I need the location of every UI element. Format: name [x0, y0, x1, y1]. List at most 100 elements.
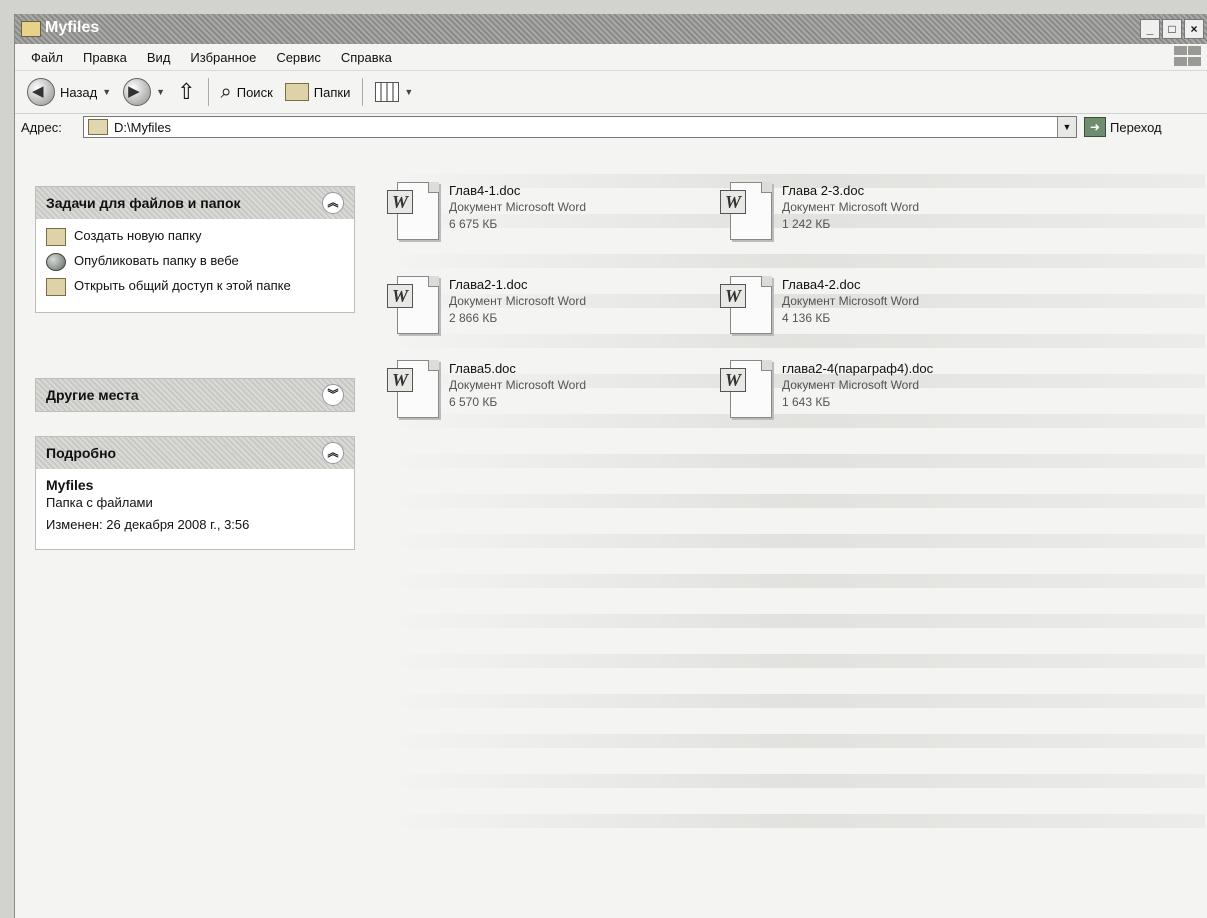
tasks-panel-title: Задачи для файлов и папок — [46, 195, 241, 211]
address-value: D:\Myfiles — [114, 119, 172, 135]
word-document-icon: W — [720, 360, 772, 420]
collapse-icon[interactable]: ︽ — [322, 192, 344, 214]
file-name: Глава2-1.doc — [449, 277, 528, 292]
explorer-window: Myfiles _ □ × Файл Правка Вид Избранное … — [14, 14, 1207, 918]
task-publish-web[interactable]: Опубликовать папку в вебе — [46, 252, 344, 271]
toolbar-divider — [362, 78, 364, 106]
maximize-button[interactable]: □ — [1162, 19, 1182, 39]
file-type: Документ Microsoft Word — [782, 378, 920, 392]
back-arrow-icon: ◀ — [27, 78, 55, 106]
search-label: Поиск — [236, 84, 273, 100]
file-size: 1 242 КБ — [782, 217, 831, 231]
chevron-down-icon[interactable]: ▼ — [156, 87, 165, 97]
up-arrow-icon: ⇧ — [177, 79, 196, 104]
file-name: Глава 2-3.doc — [782, 183, 865, 198]
file-item[interactable]: W глава2-4(параграф4).doc Документ Micro… — [720, 360, 933, 420]
go-button[interactable]: ➜ Переход — [1084, 117, 1162, 137]
back-label: Назад — [60, 84, 98, 100]
expand-icon[interactable]: ︾ — [322, 384, 344, 406]
other-places-title: Другие места — [46, 387, 139, 403]
menu-tools[interactable]: Сервис — [266, 50, 331, 65]
file-name: Глава4-2.doc — [782, 277, 861, 292]
up-button[interactable]: ⇧ — [171, 76, 201, 108]
search-icon: ⌕ — [220, 80, 232, 103]
file-type: Документ Microsoft Word — [449, 378, 587, 392]
folders-icon — [284, 83, 309, 101]
back-button[interactable]: ◀ Назад ▼ — [21, 76, 117, 108]
address-label: Адрес: — [21, 119, 62, 135]
task-label: Создать новую папку — [74, 228, 202, 243]
details-panel-header[interactable]: Подробно ︽ — [36, 437, 354, 469]
folders-button[interactable]: Папки — [279, 76, 357, 108]
tasks-panel: Задачи для файлов и папок ︽ Создать нову… — [35, 186, 355, 313]
views-button[interactable]: ▼ — [369, 76, 419, 108]
collapse-icon[interactable]: ︽ — [322, 442, 344, 464]
folder-icon — [21, 21, 41, 37]
detail-folder-name: Myfiles — [46, 477, 94, 493]
file-size: 1 643 КБ — [782, 395, 831, 409]
menu-favorites[interactable]: Избранное — [180, 50, 266, 65]
chevron-down-icon[interactable]: ▼ — [404, 87, 413, 97]
chevron-down-icon[interactable]: ▼ — [102, 87, 111, 97]
details-panel-title: Подробно — [46, 445, 117, 461]
file-name: Глава5.doc — [449, 361, 516, 376]
menu-edit[interactable]: Правка — [73, 50, 137, 65]
go-label: Переход — [1110, 119, 1162, 135]
title-bar[interactable]: Myfiles _ □ × — [15, 14, 1207, 44]
share-folder-icon — [46, 278, 66, 296]
window-title: Myfiles — [45, 19, 100, 36]
file-size: 6 675 КБ — [449, 217, 498, 231]
file-type: Документ Microsoft Word — [782, 200, 920, 214]
file-item[interactable]: W Глава2-1.doc Документ Microsoft Word 2… — [387, 276, 586, 336]
task-label: Опубликовать папку в вебе — [74, 253, 239, 268]
word-document-icon: W — [387, 182, 439, 242]
address-input[interactable]: D:\Myfiles ▼ — [83, 116, 1077, 138]
file-name: глава2-4(параграф4).doc — [782, 361, 934, 376]
folder-icon — [88, 119, 108, 135]
file-item[interactable]: W Глав4-1.doc Документ Microsoft Word 6 … — [387, 182, 586, 242]
menu-help[interactable]: Справка — [331, 50, 402, 65]
go-arrow-icon: ➜ — [1084, 117, 1106, 137]
close-button[interactable]: × — [1184, 19, 1204, 39]
word-document-icon: W — [720, 182, 772, 242]
details-panel: Подробно ︽ Myfiles Папка с файлами Измен… — [35, 436, 355, 550]
file-type: Документ Microsoft Word — [449, 200, 587, 214]
detail-folder-type: Папка с файлами — [46, 495, 153, 510]
detail-modified: Изменен: 26 декабря 2008 г., 3:56 — [46, 517, 250, 532]
background-noise — [385, 144, 1205, 904]
folders-label: Папки — [313, 84, 351, 100]
file-size: 6 570 КБ — [449, 395, 498, 409]
file-type: Документ Microsoft Word — [782, 294, 920, 308]
word-document-icon: W — [387, 276, 439, 336]
menu-bar: Файл Правка Вид Избранное Сервис Справка — [15, 44, 1207, 71]
file-item[interactable]: W Глава5.doc Документ Microsoft Word 6 5… — [387, 360, 586, 420]
file-type: Документ Microsoft Word — [449, 294, 587, 308]
forward-arrow-icon: ▶ — [123, 78, 152, 106]
word-document-icon: W — [720, 276, 772, 336]
address-dropdown-button[interactable]: ▼ — [1057, 117, 1076, 137]
toolbar-divider — [207, 78, 209, 106]
file-item[interactable]: W Глава4-2.doc Документ Microsoft Word 4… — [720, 276, 919, 336]
minimize-button[interactable]: _ — [1140, 19, 1160, 39]
search-button[interactable]: ⌕ Поиск — [215, 76, 279, 108]
word-document-icon: W — [387, 360, 439, 420]
views-grid-icon — [375, 82, 400, 102]
file-item[interactable]: W Глава 2-3.doc Документ Microsoft Word … — [720, 182, 919, 242]
toolbar: ◀ Назад ▼ ▶ ▼ ⇧ ⌕ Поиск Папки ▼ — [15, 71, 1207, 114]
task-new-folder[interactable]: Создать новую папку — [46, 227, 344, 246]
windows-logo-icon — [1174, 46, 1202, 66]
new-folder-icon — [46, 228, 66, 246]
task-share-folder[interactable]: Открыть общий доступ к этой папке — [46, 277, 344, 296]
menu-file[interactable]: Файл — [21, 50, 73, 65]
menu-view[interactable]: Вид — [137, 50, 181, 65]
other-places-header[interactable]: Другие места ︾ — [36, 379, 354, 411]
other-places-panel: Другие места ︾ — [35, 378, 355, 412]
file-size: 4 136 КБ — [782, 311, 831, 325]
tasks-panel-header[interactable]: Задачи для файлов и папок ︽ — [36, 187, 354, 219]
globe-icon — [46, 253, 66, 271]
file-name: Глав4-1.doc — [449, 183, 521, 198]
forward-button[interactable]: ▶ ▼ — [117, 76, 171, 108]
file-size: 2 866 КБ — [449, 311, 498, 325]
task-label: Открыть общий доступ к этой папке — [74, 278, 291, 293]
address-bar: Адрес: D:\Myfiles ▼ ➜ Переход — [15, 114, 1207, 140]
